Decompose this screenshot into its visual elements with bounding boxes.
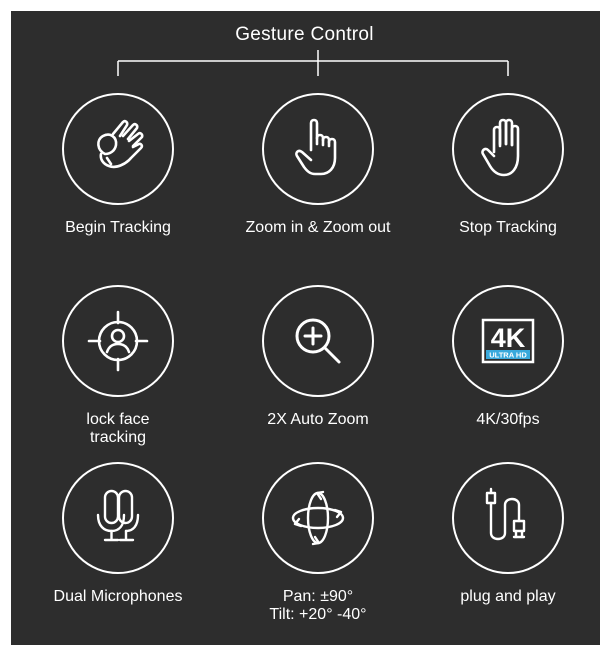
badge-sub-text: ULTRA HD: [489, 351, 527, 360]
feature-label: 2X Auto Zoom: [267, 411, 369, 428]
icon-circle: [452, 462, 564, 574]
icon-circle: [262, 285, 374, 397]
icon-circle: 4K ULTRA HD: [452, 285, 564, 397]
feature-stop-tracking: Stop Tracking: [418, 93, 598, 237]
feature-label: lock face tracking: [86, 411, 150, 446]
feature-dual-microphones: Dual Microphones: [28, 462, 208, 606]
feature-4k: 4K ULTRA HD 4K/30fps: [418, 285, 598, 429]
zoom-in-icon: [295, 318, 341, 364]
feature-label: Zoom in & Zoom out: [245, 219, 391, 236]
ok-hand-icon: [97, 119, 144, 169]
feature-label: 4K/30fps: [476, 411, 540, 428]
pointing-finger-icon: [295, 118, 337, 176]
4k-badge-icon: 4K ULTRA HD: [481, 318, 535, 364]
feature-lock-face-tracking: lock face tracking: [28, 285, 208, 447]
title-bracket-connector: [117, 50, 509, 76]
feature-pan-tilt: Pan: ±90° Tilt: +20° -40°: [228, 462, 408, 624]
icon-circle: [262, 462, 374, 574]
icon-circle: [262, 93, 374, 205]
feature-label: Dual Microphones: [53, 588, 183, 605]
dual-microphone-icon: [96, 489, 140, 542]
pan-tilt-rotation-icon: [291, 490, 345, 546]
icon-circle: [452, 93, 564, 205]
badge-main-text: 4K: [491, 323, 526, 353]
feature-label: Begin Tracking: [65, 219, 171, 236]
feature-plug-and-play: plug and play: [418, 462, 598, 606]
feature-zoom-in-out: Zoom in & Zoom out: [228, 93, 408, 237]
icon-circle: [62, 93, 174, 205]
feature-label: plug and play: [460, 588, 556, 605]
open-palm-icon: [481, 118, 520, 177]
feature-begin-tracking: Begin Tracking: [28, 93, 208, 237]
face-target-icon: [87, 310, 149, 372]
usb-cable-icon: [485, 487, 526, 541]
feature-label: Stop Tracking: [459, 219, 557, 236]
feature-label: Pan: ±90° Tilt: +20° -40°: [269, 588, 367, 623]
icon-circle: [62, 285, 174, 397]
icon-circle: [62, 462, 174, 574]
feature-auto-zoom: 2X Auto Zoom: [228, 285, 408, 429]
